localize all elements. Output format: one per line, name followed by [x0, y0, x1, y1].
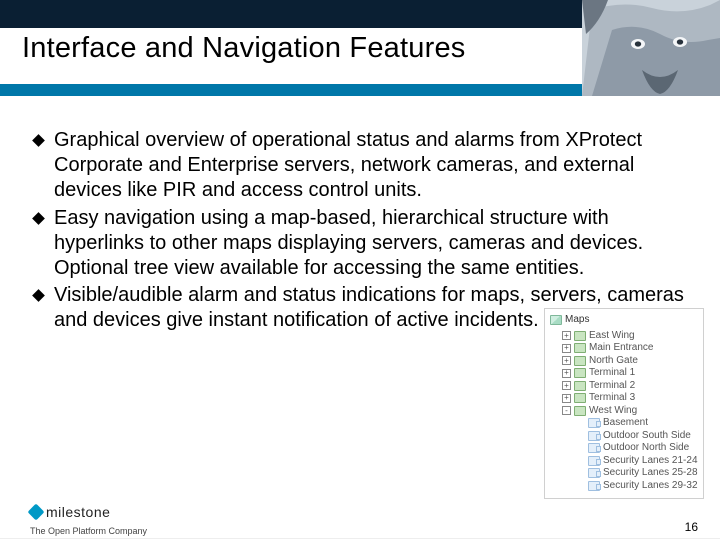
tree-node[interactable]: - West Wing — [548, 405, 700, 418]
tree-body: + East Wing + Main Entrance + North Gate + Term… — [548, 330, 700, 493]
camera-icon — [588, 418, 600, 428]
tree-node-label: North Gate — [589, 355, 638, 368]
wolf-image — [582, 0, 720, 96]
bullet-text: Graphical overview of operational status… — [54, 129, 642, 201]
tree-node-label: Security Lanes 21-24 — [603, 455, 698, 468]
tree-node-label: Outdoor North Side — [603, 442, 689, 455]
tree-node[interactable]: Outdoor South Side — [548, 430, 700, 443]
page-number: 16 — [685, 520, 698, 534]
map-folder-icon — [574, 393, 586, 403]
camera-icon — [588, 456, 600, 466]
tree-node[interactable]: Security Lanes 21-24 — [548, 455, 700, 468]
bullet-list: Graphical overview of operational status… — [32, 128, 688, 334]
expander-spacer — [576, 419, 585, 428]
tree-node[interactable]: + Main Entrance — [548, 342, 700, 355]
expand-icon[interactable]: + — [562, 344, 571, 353]
tree-node-label: Basement — [603, 417, 648, 430]
expand-icon[interactable]: + — [562, 381, 571, 390]
expand-icon[interactable]: + — [562, 369, 571, 378]
tree-node[interactable]: Security Lanes 25-28 — [548, 467, 700, 480]
expand-icon[interactable]: + — [562, 356, 571, 365]
expander-spacer — [576, 456, 585, 465]
expand-icon[interactable]: + — [562, 394, 571, 403]
expander-spacer — [576, 431, 585, 440]
tree-node[interactable]: Outdoor North Side — [548, 442, 700, 455]
map-folder-icon — [574, 343, 586, 353]
camera-icon — [588, 468, 600, 478]
maps-icon — [550, 315, 562, 325]
content-area: Graphical overview of operational status… — [32, 128, 688, 336]
map-folder-icon — [574, 406, 586, 416]
map-folder-icon — [574, 331, 586, 341]
collapse-icon[interactable]: - — [562, 406, 571, 415]
tree-node-label: Terminal 2 — [589, 380, 635, 393]
camera-icon — [588, 431, 600, 441]
tree-node-label: Terminal 1 — [589, 367, 635, 380]
bullet-item: Graphical overview of operational status… — [32, 128, 688, 204]
tree-title-label: Maps — [565, 314, 589, 327]
expander-spacer — [576, 469, 585, 478]
bullet-text: Easy navigation using a map-based, hiera… — [54, 207, 643, 279]
slide: Interface and Navigation Features Graphi… — [0, 0, 720, 540]
camera-icon — [588, 443, 600, 453]
logo-text: milestone — [46, 504, 110, 520]
brand-tagline: The Open Platform Company — [30, 526, 147, 536]
map-folder-icon — [574, 381, 586, 391]
tree-node[interactable]: + Terminal 3 — [548, 392, 700, 405]
logo-mark-icon — [28, 504, 45, 521]
expander-spacer — [576, 444, 585, 453]
map-folder-icon — [574, 368, 586, 378]
tree-node-label: Outdoor South Side — [603, 430, 691, 443]
tree-node-label: Security Lanes 25-28 — [603, 467, 698, 480]
expand-icon[interactable]: + — [562, 331, 571, 340]
tree-node[interactable]: + East Wing — [548, 330, 700, 343]
tree-node-label: East Wing — [589, 330, 635, 343]
maps-tree-panel: Maps + East Wing + Main Entrance + North Gate… — [544, 308, 704, 499]
tree-node-label: West Wing — [589, 405, 637, 418]
map-folder-icon — [574, 356, 586, 366]
header: Interface and Navigation Features — [0, 0, 720, 96]
tree-node[interactable]: + Terminal 1 — [548, 367, 700, 380]
brand-logo: milestone — [30, 504, 110, 520]
tree-node[interactable]: + Terminal 2 — [548, 380, 700, 393]
tree-node[interactable]: + North Gate — [548, 355, 700, 368]
tree-node[interactable]: Basement — [548, 417, 700, 430]
tree-node-label: Terminal 3 — [589, 392, 635, 405]
tree-title-row: Maps — [548, 313, 700, 330]
tree-node-label: Main Entrance — [589, 342, 653, 355]
footer: milestone The Open Platform Company 16 — [0, 488, 720, 540]
bullet-item: Easy navigation using a map-based, hiera… — [32, 206, 688, 282]
slide-title: Interface and Navigation Features — [22, 32, 465, 65]
